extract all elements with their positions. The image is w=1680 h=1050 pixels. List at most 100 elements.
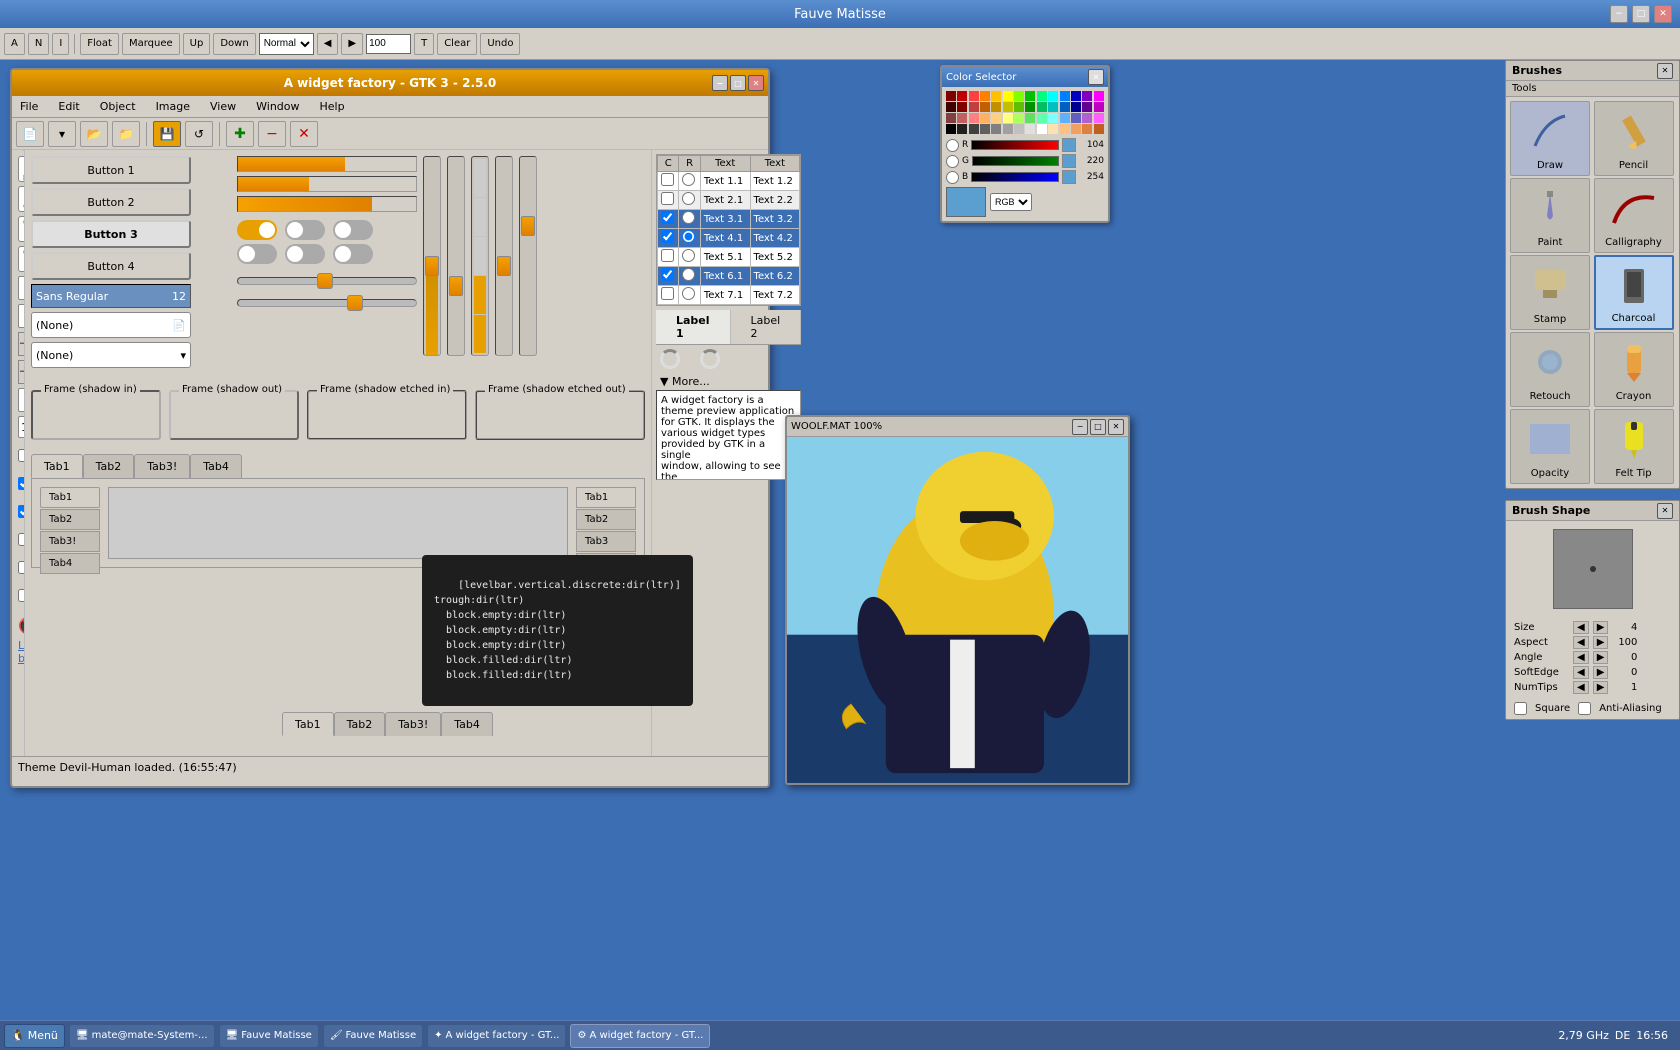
bottom-tab-2[interactable]: Tab2	[334, 712, 386, 736]
zoom-input[interactable]	[366, 34, 411, 54]
color-cell[interactable]	[1082, 124, 1092, 134]
wf-close[interactable]: ✕	[748, 75, 764, 91]
color-cell[interactable]	[957, 124, 967, 134]
bp-calligraphy[interactable]: Calligraphy	[1594, 178, 1674, 253]
bs-close[interactable]: ✕	[1657, 503, 1673, 519]
pw-minimize[interactable]: −	[1072, 419, 1088, 435]
left-tab-1[interactable]: Tab1	[40, 487, 100, 508]
bp-close[interactable]: ✕	[1657, 63, 1673, 79]
next-btn[interactable]: ▶	[341, 33, 363, 55]
h-slider-thumb[interactable]	[317, 273, 333, 289]
tb-remove[interactable]: −	[258, 121, 286, 147]
color-cell[interactable]	[1082, 102, 1092, 112]
pw-maximize[interactable]: □	[1090, 419, 1106, 435]
color-cell[interactable]	[957, 113, 967, 123]
tool-a[interactable]: A	[4, 33, 25, 55]
tool-i[interactable]: I	[52, 33, 69, 55]
marquee-button[interactable]: Marquee	[122, 33, 180, 55]
color-cell[interactable]	[1060, 91, 1070, 101]
menu-view[interactable]: View	[206, 98, 240, 115]
bp-opacity[interactable]: Opacity	[1510, 409, 1590, 484]
prev-btn[interactable]: ◀	[317, 33, 339, 55]
color-cell[interactable]	[946, 124, 956, 134]
color-cell[interactable]	[1037, 124, 1047, 134]
minimize-button[interactable]: −	[1610, 5, 1628, 23]
entry-minus-btn[interactable]: −	[18, 332, 25, 356]
color-cell[interactable]	[1014, 91, 1024, 101]
row1-radio[interactable]	[682, 173, 695, 186]
v-slider-3[interactable]	[495, 156, 513, 356]
row2-radio[interactable]	[682, 192, 695, 205]
v-thumb-3[interactable]	[497, 256, 511, 276]
cs-g-slider[interactable]	[972, 156, 1059, 166]
combo-box-2[interactable]: Combo box 1 ▾	[18, 246, 25, 272]
tb-refresh[interactable]: ↺	[185, 121, 213, 147]
bs-softedge-dec[interactable]: ◀	[1573, 666, 1589, 679]
float-button[interactable]: Float	[80, 33, 119, 55]
wf-minimize[interactable]: −	[712, 75, 728, 91]
tab-3[interactable]: Tab3!	[134, 454, 190, 478]
color-cell[interactable]	[946, 113, 956, 123]
color-cell[interactable]	[1037, 102, 1047, 112]
taskbar-widget-factory[interactable]: ⚙ A widget factory - GT...	[570, 1024, 710, 1048]
row5-radio[interactable]	[682, 249, 695, 262]
color-cell[interactable]	[1025, 113, 1035, 123]
color-cell[interactable]	[1037, 113, 1047, 123]
v-thumb-1[interactable]	[425, 256, 439, 276]
cs-mode-select[interactable]: RGB	[990, 193, 1032, 211]
taskbar-fauve-2[interactable]: ✦ A widget factory - GT...	[427, 1024, 566, 1048]
bs-aspect-dec[interactable]: ◀	[1573, 636, 1589, 649]
color-cell[interactable]	[957, 91, 967, 101]
row5-check[interactable]	[661, 249, 674, 262]
toggle-2[interactable]	[285, 220, 325, 240]
v-slider-1[interactable]	[423, 156, 441, 356]
color-cell[interactable]	[980, 102, 990, 112]
link-button-1[interactable]: Link button	[18, 639, 25, 665]
bs-numtips-dec[interactable]: ◀	[1573, 681, 1589, 694]
check-1-input[interactable]	[18, 449, 25, 462]
color-cell[interactable]	[1071, 102, 1081, 112]
color-cell[interactable]	[1048, 124, 1058, 134]
tb-cancel[interactable]: ✕	[290, 121, 318, 147]
cs-b-slider[interactable]	[971, 172, 1059, 182]
cs-g-radio[interactable]	[946, 155, 959, 168]
tab-4[interactable]: Tab4	[190, 454, 242, 478]
menu-edit[interactable]: Edit	[54, 98, 83, 115]
bp-felt-tip[interactable]: Felt Tip	[1594, 409, 1674, 484]
bottom-tab-1[interactable]: Tab1	[282, 712, 334, 736]
color-cell[interactable]	[980, 124, 990, 134]
tb-new[interactable]: 📄	[16, 121, 44, 147]
toggle-4[interactable]	[237, 244, 277, 264]
color-cell[interactable]	[1025, 91, 1035, 101]
entry-1[interactable]: Entry	[18, 276, 25, 300]
check-4-input[interactable]	[18, 533, 25, 546]
bp-pencil[interactable]: Pencil	[1594, 101, 1674, 176]
toggle-6[interactable]	[333, 244, 373, 264]
cs-r-radio[interactable]	[946, 139, 959, 152]
check-2-input[interactable]	[18, 477, 25, 490]
bp-paint[interactable]: Paint	[1510, 178, 1590, 253]
color-cell[interactable]	[1071, 91, 1081, 101]
combo-box-1[interactable]: Combo box 1 ▾	[18, 216, 25, 242]
color-cell[interactable]	[1003, 113, 1013, 123]
bs-angle-dec[interactable]: ◀	[1573, 651, 1589, 664]
color-cell[interactable]	[991, 102, 1001, 112]
color-cell[interactable]	[1014, 124, 1024, 134]
button-3[interactable]: Button 3	[31, 220, 191, 248]
menu-file[interactable]: File	[16, 98, 42, 115]
color-cell[interactable]	[1014, 113, 1024, 123]
tb-open2[interactable]: 📁	[112, 121, 140, 147]
tab-1[interactable]: Tab1	[31, 454, 83, 478]
text-entry-selected[interactable]: Sans Regular 12	[31, 284, 191, 308]
tb-open[interactable]: 📂	[80, 121, 108, 147]
color-cell[interactable]	[969, 91, 979, 101]
color-cell[interactable]	[980, 91, 990, 101]
row6-check[interactable]	[661, 268, 674, 281]
row2-check[interactable]	[661, 192, 674, 205]
mode-select[interactable]: Normal	[259, 33, 314, 55]
color-cell[interactable]	[1060, 113, 1070, 123]
row4-radio[interactable]	[682, 230, 695, 243]
color-cell[interactable]	[946, 91, 956, 101]
spin-input-1[interactable]: 1	[18, 416, 25, 438]
none-combo-2[interactable]: (None) ▾	[31, 342, 191, 368]
